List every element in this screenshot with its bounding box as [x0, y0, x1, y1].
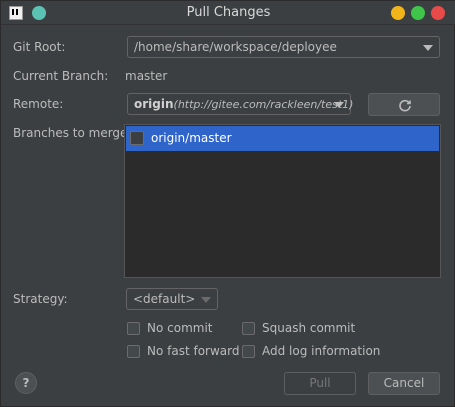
git-root-select[interactable]: /home/share/workspace/deployee	[127, 36, 440, 58]
checkbox-label: Add log information	[262, 344, 381, 358]
window-title: Pull Changes	[186, 5, 271, 20]
intellij-app-icon	[9, 6, 23, 20]
title-bar: Pull Changes	[1, 1, 455, 25]
refresh-icon	[399, 99, 411, 112]
close-button[interactable]	[431, 6, 445, 20]
pull-button[interactable]: Pull	[284, 372, 356, 395]
git-root-value: /home/share/workspace/deployee	[134, 40, 337, 54]
cancel-button[interactable]: Cancel	[368, 372, 440, 395]
checkbox-label: Squash commit	[262, 321, 356, 335]
checkbox-label: No commit	[147, 321, 213, 335]
strategy-value: <default>	[133, 292, 196, 306]
branches-label: Branches to merge:	[13, 126, 132, 140]
branch-checkbox[interactable]	[130, 131, 144, 145]
refresh-remotes-button[interactable]	[368, 93, 440, 116]
strategy-label: Strategy:	[13, 292, 68, 306]
branch-label: origin/master	[151, 131, 232, 145]
help-button[interactable]: ?	[15, 372, 37, 394]
current-branch-value: master	[125, 69, 168, 83]
checkbox-label: No fast forward	[147, 344, 240, 358]
chevron-down-icon	[334, 102, 344, 108]
maximize-button[interactable]	[411, 6, 425, 20]
branches-list[interactable]: origin/master	[124, 124, 441, 278]
list-item[interactable]: origin/master	[126, 126, 439, 151]
checkbox-box	[242, 345, 255, 358]
git-root-label: Git Root:	[13, 40, 66, 54]
window-menu-icon[interactable]	[32, 6, 46, 20]
chevron-down-icon	[201, 297, 211, 303]
remote-label: Remote:	[13, 97, 64, 111]
remote-value: origin(http://gitee.com/rackleen/test1)	[134, 97, 353, 111]
checkbox-box	[127, 322, 140, 335]
chevron-down-icon	[423, 45, 433, 51]
help-icon: ?	[22, 376, 30, 390]
pull-changes-dialog: Pull Changes Git Root: /home/share/works…	[0, 0, 455, 407]
current-branch-label: Current Branch:	[13, 69, 109, 83]
checkbox-box	[127, 345, 140, 358]
checkbox-box	[242, 322, 255, 335]
remote-select[interactable]: origin(http://gitee.com/rackleen/test1)	[127, 93, 353, 115]
minimize-button[interactable]	[391, 6, 405, 20]
remote-name: origin	[134, 97, 174, 111]
remote-url: (http://gitee.com/rackleen/test1)	[173, 98, 354, 111]
strategy-select[interactable]: <default>	[126, 288, 218, 310]
